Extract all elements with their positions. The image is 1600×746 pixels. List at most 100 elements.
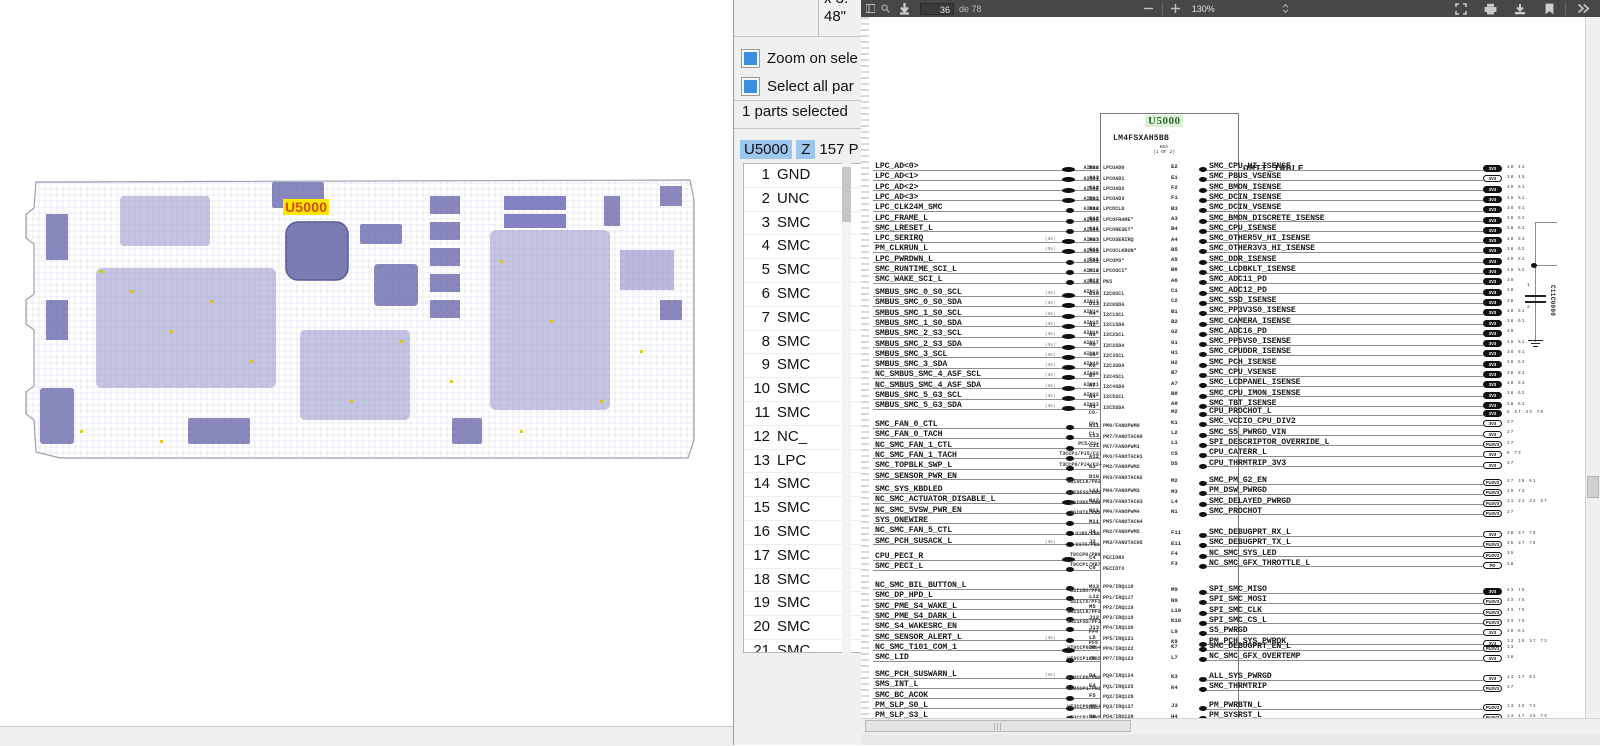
net-label-right: SMC_CPU_ISENSE [1209, 223, 1277, 234]
net-label-right: SMC_VCCIO_CPU_DIV2 [1209, 417, 1296, 427]
net-label-left: NC_SMC_5VSW_PWR_EN [875, 505, 962, 515]
cross-page-references: 37 [1507, 431, 1515, 436]
select-all-parts-checkbox[interactable]: Select all par [742, 78, 854, 95]
cross-page-references: 11 34 32 37 [1507, 500, 1548, 505]
net-power-flag: 3V3 [1483, 381, 1502, 389]
net-label-right: SMC_DELAYED_PWRGD [1209, 496, 1291, 506]
part-layer-button[interactable]: Z [796, 140, 816, 159]
pin-function-name: LPCOSERIRQ [1103, 237, 1134, 244]
pin-function-name: LPCOAD0 [1103, 165, 1125, 172]
net-label-left: LPC_AD<1> [875, 172, 919, 182]
cross-page-references: 38 [1507, 278, 1515, 283]
checkbox-indicator[interactable] [742, 50, 759, 67]
net-power-flag: PU3V3 [1483, 509, 1502, 517]
pin-list-scrollbar-track[interactable] [842, 163, 851, 653]
net-label-right: SMC_PBUS_VSENSE [1209, 172, 1282, 182]
cross-page-references: 33 [1507, 645, 1515, 650]
pin-designator: F2 [1171, 184, 1178, 191]
net-power-flag: 3V3 [1483, 461, 1502, 469]
pin-port-name: SSI1TX/PF1 [1070, 598, 1101, 605]
page-edge-hatch [861, 17, 869, 728]
pin-function-name: PM7/FANOTACH0 [1103, 433, 1143, 440]
pin-port-name: AIN16 [1083, 330, 1099, 336]
bookmark-icon[interactable] [1539, 3, 1559, 15]
pdf-vertical-scrollbar[interactable] [1585, 17, 1600, 728]
omit-annotation: (Om) [1045, 247, 1056, 253]
pin-designator: E2 [1171, 163, 1178, 171]
boardview-panel[interactable]: U5000 [0, 0, 733, 726]
net-power-flag: PU3V3 [1483, 440, 1502, 448]
connection-dot [1199, 403, 1207, 409]
plus-icon[interactable] [1169, 3, 1183, 14]
pin-net-name: SMC [777, 213, 811, 231]
selected-part-designator[interactable]: U5000 [740, 140, 793, 159]
divider-3 [734, 128, 862, 129]
net-label-left: SMC_BC_ACOK [875, 690, 928, 700]
pin-function-name: PECIOTX [1103, 565, 1125, 572]
pin-port-name: U1TX/PB1 [1075, 541, 1100, 548]
more-chevrons-icon[interactable] [1572, 3, 1594, 14]
chevron-select-icon[interactable] [1281, 3, 1291, 14]
pin-designator: L2 [1171, 429, 1178, 436]
pin-port-name: SSI1FSS/PF3 [1067, 619, 1101, 626]
connection-dot [1066, 259, 1074, 265]
checkbox-indicator[interactable] [742, 78, 759, 95]
cross-page-references: 38 62 [1507, 227, 1526, 232]
net-label-left: SMC_FAN_0_TACH [875, 430, 943, 440]
net-label-left: SYS_ONEWIRE [875, 515, 928, 526]
pin-list-scrollbar-thumb[interactable] [842, 167, 851, 222]
minus-icon[interactable] [1142, 3, 1156, 14]
pin-function-name: I2C3SDA [1103, 363, 1125, 370]
pin-designator: K7 [1171, 643, 1178, 651]
page-number-input[interactable]: 36 [920, 2, 954, 15]
save-icon[interactable] [1509, 3, 1531, 15]
connection-dot [1066, 435, 1074, 441]
search-icon[interactable] [880, 4, 890, 13]
connection-dot [1199, 511, 1207, 517]
zoom-on-selection-checkbox[interactable]: Zoom on sele [742, 50, 858, 67]
cross-page-references: 35 37 75 [1507, 541, 1537, 546]
net-label-right: SMC_PP3V3S0_ISENSE [1209, 305, 1296, 316]
net-label-left: SMC_S4_WAKESRC_EN [875, 621, 957, 632]
cross-page-references: 38 [1507, 562, 1515, 567]
net-power-flag: PU3V3 [1483, 499, 1502, 507]
cross-page-references: 37 [1507, 420, 1515, 425]
pin-designator: F4 [1171, 550, 1178, 557]
pin-designator: F11 [1171, 529, 1182, 537]
pin-number: 14 [753, 475, 770, 493]
cross-page-references: 37 [1507, 510, 1515, 515]
connection-dot [1199, 553, 1207, 559]
net-label-right: SMC_CAMERA_ISENSE [1209, 316, 1291, 326]
print-icon[interactable] [1479, 3, 1501, 15]
pdf-vertical-scroll-thumb[interactable] [1587, 476, 1599, 498]
pdf-page-canvas[interactable]: U5000 LM4FSXAH5BB BGA (1 OF 2) OMIT_TABL… [861, 17, 1586, 728]
pin-number: 11 [754, 403, 770, 421]
net-label-right: NC_SMC_GFX_OVERTEMP [1209, 652, 1301, 662]
pdf-horizontal-scroll-thumb[interactable]: ||| [865, 720, 1131, 732]
net-power-flag: PU3V3 [1483, 685, 1502, 693]
fullscreen-icon[interactable] [1451, 2, 1471, 15]
net-label-right: SMC_CPUDDR_ISENSE [1209, 347, 1291, 357]
pin-net-name: SMC [777, 475, 811, 493]
net-power-flag: 3V3 [1483, 237, 1502, 245]
zoom-level-value[interactable]: 130% [1192, 4, 1215, 14]
net-label-left: SMS_INT_L [875, 680, 919, 690]
pdf-toolbar[interactable]: 36 de 78 130% [861, 0, 1600, 17]
sidebar-icon[interactable] [865, 4, 875, 13]
dim-line-3: 48" [824, 8, 847, 25]
net-label-left: LPC_SERIRQ [875, 233, 924, 244]
cross-page-references: 37 38 61 [1507, 479, 1537, 484]
schematic-part-of: (1 OF 2) [1152, 150, 1176, 155]
pin-designator: B1 [1171, 307, 1178, 315]
download-arrow-icon[interactable] [897, 2, 911, 15]
net-power-flag: 3V3 [1483, 309, 1502, 317]
cross-page-references: 13 16 37 73 [1507, 640, 1548, 645]
pin-function-name: I2C2SCL [1103, 332, 1125, 339]
net-label-right: S5_PWRGD [1209, 625, 1248, 636]
boardview-part-highlight-label[interactable]: U5000 [283, 199, 330, 215]
connection-dot [1062, 385, 1075, 391]
cross-page-references: 38 37 75 [1507, 531, 1537, 536]
pin-port-name: WT2CCP1/PN1 [1067, 685, 1101, 692]
connection-dot [1199, 463, 1207, 469]
net-power-flag: 3V3 [1483, 319, 1502, 327]
